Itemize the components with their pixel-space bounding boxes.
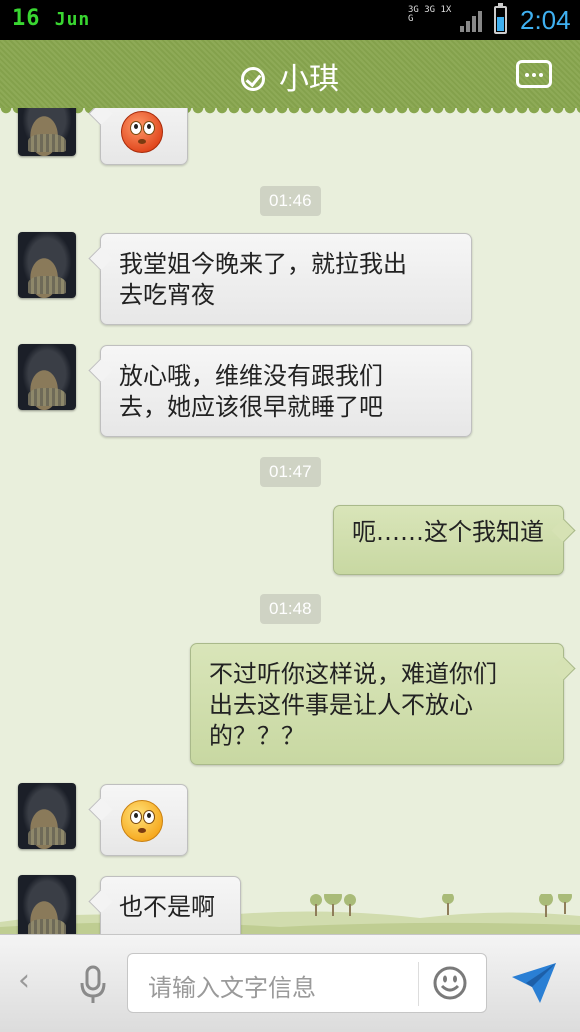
send-paper-plane-icon[interactable]	[510, 961, 558, 1005]
contact-avatar[interactable]	[18, 108, 76, 156]
contact-name: 小琪	[279, 62, 339, 97]
status-month: Jun	[54, 9, 91, 30]
microphone-icon[interactable]	[80, 965, 106, 1005]
rolling-eyes-emoji-icon	[121, 800, 163, 842]
status-day: 16	[12, 6, 41, 31]
network-indicator: 3G 3G 1X G	[408, 5, 452, 24]
message-bubble-incoming[interactable]	[100, 784, 188, 856]
battery-icon	[494, 3, 507, 34]
message-text-line: 不过听你这样说，难道你们	[209, 660, 497, 688]
status-bar: 16 Jun 3G 3G 1X G 2:04	[0, 0, 580, 40]
message-bubble-incoming[interactable]	[100, 108, 188, 165]
chevron-left-icon[interactable]: ‹	[18, 963, 30, 998]
message-text: 呃……这个我知道	[352, 518, 544, 546]
signal-icon	[460, 8, 486, 32]
message-bubble-outgoing[interactable]: 不过听你这样说，难道你们 出去这件事是让人不放心 的？？？	[190, 643, 564, 765]
rolling-eyes-emoji-icon	[121, 111, 163, 153]
message-bubble-incoming[interactable]: 我堂姐今晚来了，就拉我出 去吃宵夜	[100, 233, 472, 325]
message-text-line: 的？？？	[209, 722, 305, 750]
contact-avatar[interactable]	[18, 344, 76, 410]
contact-avatar[interactable]	[18, 875, 76, 934]
smiley-face-icon[interactable]	[433, 966, 467, 1000]
message-text-line: 放心哦，维维没有跟我们	[119, 362, 383, 390]
message-text-line: 去，她应该很早就睡了吧	[119, 393, 383, 421]
message-text-line: 去吃宵夜	[119, 281, 215, 309]
timestamp: 01:48	[260, 594, 321, 624]
status-date: 16 Jun	[12, 6, 90, 31]
chat-header: 小琪	[0, 40, 580, 114]
message-input[interactable]: 请输入文字信息	[127, 953, 487, 1013]
hills-decoration	[0, 894, 580, 934]
contact-title: 小琪	[0, 54, 580, 98]
timestamp: 01:47	[260, 457, 321, 487]
message-text-line: 我堂姐今晚来了，就拉我出	[119, 250, 407, 278]
more-dots-icon[interactable]	[516, 60, 552, 88]
input-bar: ‹ 请输入文字信息	[0, 934, 580, 1032]
contact-avatar[interactable]	[18, 232, 76, 298]
check-circle-icon	[241, 67, 265, 91]
contact-avatar[interactable]	[18, 783, 76, 849]
chat-area[interactable]: 01:46 我堂姐今晚来了，就拉我出 去吃宵夜 放心哦，维维没有跟我们 去，她应…	[0, 108, 580, 934]
status-time: 2:04	[520, 5, 571, 35]
message-text: 也不是啊	[119, 893, 215, 921]
message-bubble-incoming[interactable]: 放心哦，维维没有跟我们 去，她应该很早就睡了吧	[100, 345, 472, 437]
message-text-line: 出去这件事是让人不放心	[209, 691, 473, 719]
input-placeholder: 请输入文字信息	[148, 974, 316, 1002]
input-divider	[418, 962, 419, 1006]
message-bubble-outgoing[interactable]: 呃……这个我知道	[333, 505, 564, 575]
timestamp: 01:46	[260, 186, 321, 216]
message-bubble-incoming[interactable]: 也不是啊	[100, 876, 241, 934]
